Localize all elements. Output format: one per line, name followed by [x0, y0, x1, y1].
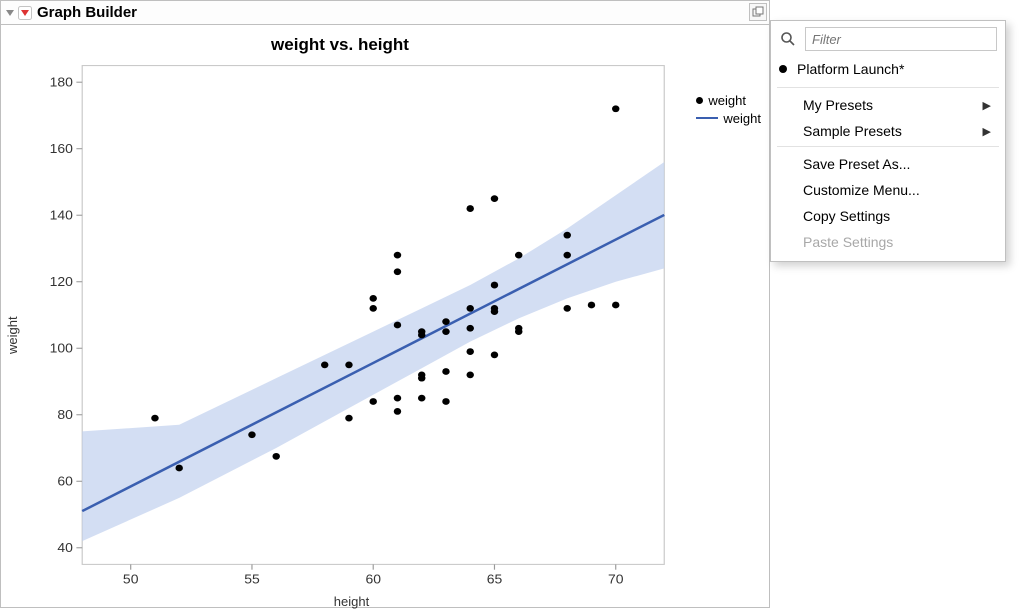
x-axis-label: height — [24, 594, 679, 615]
disclosure-toggle-icon[interactable] — [3, 6, 17, 20]
svg-text:60: 60 — [57, 474, 73, 488]
svg-text:40: 40 — [57, 541, 73, 555]
svg-text:70: 70 — [608, 572, 624, 586]
menu-item-label: Customize Menu... — [803, 182, 920, 198]
chevron-right-icon: ▶ — [983, 99, 991, 112]
legend-label: weight — [723, 111, 761, 126]
svg-text:50: 50 — [123, 572, 139, 586]
chevron-right-icon: ▶ — [983, 125, 991, 138]
panel-title: Graph Builder — [37, 4, 137, 21]
svg-text:80: 80 — [57, 408, 73, 422]
legend-item-fit[interactable]: weight — [696, 109, 761, 127]
menu-separator — [777, 146, 999, 147]
menu-save-preset-as[interactable]: Save Preset As... — [777, 151, 999, 177]
menu-item-label: Save Preset As... — [803, 156, 910, 172]
menu-my-presets[interactable]: My Presets ▶ — [777, 92, 999, 118]
menu-paste-settings: Paste Settings — [777, 229, 999, 255]
svg-text:180: 180 — [50, 75, 73, 89]
svg-text:160: 160 — [50, 142, 73, 156]
graph-builder-panel: Graph Builder weight vs. height weight w… — [0, 0, 770, 608]
menu-item-label: My Presets — [803, 97, 873, 113]
preset-context-menu: Platform Launch* My Presets ▶ Sample Pre… — [770, 20, 1006, 262]
scatter-plot[interactable]: 40 60 80 100 120 140 160 180 50 55 60 65 70 — [24, 55, 769, 594]
panel-header: Graph Builder — [1, 1, 769, 25]
chart-title: weight vs. height — [1, 35, 679, 55]
menu-item-label: Sample Presets — [803, 123, 902, 139]
menu-sample-presets[interactable]: Sample Presets ▶ — [777, 118, 999, 144]
popout-button[interactable] — [749, 3, 767, 21]
legend-label: weight — [708, 93, 746, 108]
svg-text:100: 100 — [50, 341, 73, 355]
chart-area: weight vs. height weight weight weight 4… — [1, 25, 769, 607]
filter-input[interactable] — [805, 27, 997, 51]
menu-lead-label: Platform Launch* — [797, 61, 904, 77]
svg-text:65: 65 — [487, 572, 503, 586]
menu-copy-settings[interactable]: Copy Settings — [777, 203, 999, 229]
legend: weight weight — [696, 91, 761, 127]
line-icon — [696, 117, 718, 119]
bullet-icon — [779, 65, 787, 73]
svg-text:60: 60 — [365, 572, 381, 586]
menu-customize-menu[interactable]: Customize Menu... — [777, 177, 999, 203]
svg-text:120: 120 — [50, 275, 73, 289]
svg-text:55: 55 — [244, 572, 260, 586]
red-triangle-menu-icon[interactable] — [17, 5, 33, 21]
svg-text:140: 140 — [50, 208, 73, 222]
menu-lead-item[interactable]: Platform Launch* — [777, 57, 999, 85]
search-icon — [779, 30, 797, 48]
legend-item-points[interactable]: weight — [696, 91, 761, 109]
menu-item-label: Copy Settings — [803, 208, 890, 224]
dot-icon — [696, 97, 703, 104]
y-axis-label: weight — [1, 55, 24, 615]
menu-separator — [777, 87, 999, 88]
menu-item-label: Paste Settings — [803, 234, 893, 250]
